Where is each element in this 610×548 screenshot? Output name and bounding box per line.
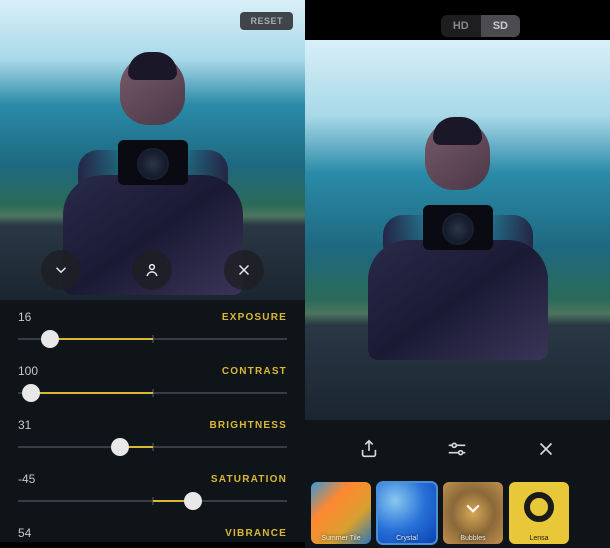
photo-preview-right	[305, 40, 610, 420]
slider-value: 54	[18, 526, 31, 540]
quality-toggle[interactable]: HD SD	[441, 15, 520, 37]
slider-value: 31	[18, 418, 31, 432]
slider-label: SATURATION	[211, 474, 287, 485]
photo-preview-left: RESET	[0, 0, 305, 300]
chevron-down-icon	[463, 498, 483, 523]
hd-option[interactable]: HD	[441, 15, 481, 37]
lensa-icon	[524, 492, 554, 522]
filters-row[interactable]: Summer Tile Crystal Bubbles Lensa	[305, 478, 610, 548]
person-icon	[143, 261, 161, 279]
slider-track[interactable]	[18, 438, 287, 456]
slider-label: EXPOSURE	[222, 312, 287, 323]
slider-label: CONTRAST	[222, 366, 287, 377]
slider-value: 100	[18, 364, 38, 378]
filter-crystal[interactable]: Crystal	[377, 482, 437, 544]
slider-saturation: -45 SATURATION	[18, 472, 287, 510]
filter-bubbles[interactable]: Bubbles	[443, 482, 503, 544]
close-button[interactable]	[224, 250, 264, 290]
sliders-container: 16 EXPOSURE 100 CONTRAST 31	[0, 300, 305, 542]
reset-button[interactable]: RESET	[240, 12, 293, 30]
sd-option[interactable]: SD	[481, 15, 520, 37]
slider-value: -45	[18, 472, 35, 486]
adjust-button[interactable]	[442, 434, 472, 464]
slider-exposure: 16 EXPOSURE	[18, 310, 287, 348]
slider-track[interactable]	[18, 330, 287, 348]
slider-vibrance: 54 VIBRANCE	[18, 526, 287, 540]
filter-label: Lensa	[529, 535, 548, 542]
slider-value: 16	[18, 310, 31, 324]
share-icon	[358, 438, 380, 460]
share-button[interactable]	[354, 434, 384, 464]
slider-knob[interactable]	[41, 330, 59, 348]
slider-knob[interactable]	[22, 384, 40, 402]
slider-contrast: 100 CONTRAST	[18, 364, 287, 402]
filter-lensa[interactable]: Lensa	[509, 482, 569, 544]
person-mask-button[interactable]	[132, 250, 172, 290]
filter-summer-tile[interactable]: Summer Tile	[311, 482, 371, 544]
slider-label: BRIGHTNESS	[209, 420, 287, 431]
sliders-icon	[446, 438, 468, 460]
expand-button[interactable]	[41, 250, 81, 290]
tools-row	[305, 420, 610, 478]
slider-brightness: 31 BRIGHTNESS	[18, 418, 287, 456]
chevron-down-icon	[52, 261, 70, 279]
adjustment-panel: RESET 16 EXPOSURE	[0, 0, 305, 542]
photo-action-row	[0, 250, 305, 290]
slider-label: VIBRANCE	[225, 528, 287, 539]
slider-track[interactable]	[18, 492, 287, 510]
filter-label: Bubbles	[460, 535, 485, 542]
filter-label: Summer Tile	[321, 535, 360, 542]
slider-knob[interactable]	[111, 438, 129, 456]
slider-knob[interactable]	[184, 492, 202, 510]
photo-subject	[63, 55, 243, 275]
filter-panel: HD SD Summer Tile Crystal	[305, 0, 610, 542]
close-icon	[535, 438, 557, 460]
close-button[interactable]	[531, 434, 561, 464]
close-icon	[235, 261, 253, 279]
filter-label: Crystal	[396, 535, 418, 542]
slider-track[interactable]	[18, 384, 287, 402]
photo-subject	[368, 120, 548, 340]
